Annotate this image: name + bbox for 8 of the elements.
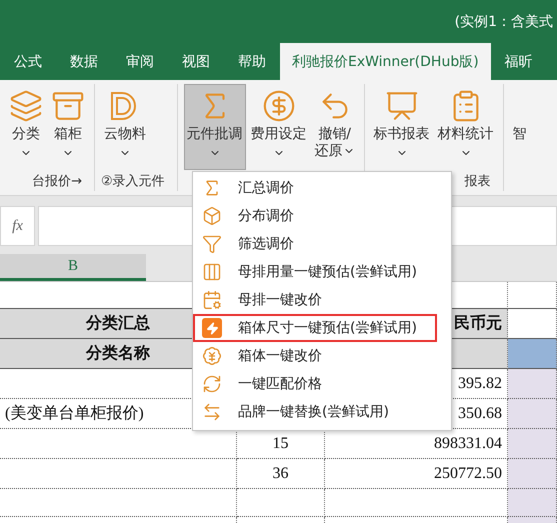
table-cell: 15 xyxy=(237,429,325,459)
group-label: ②录入元件 xyxy=(101,172,166,190)
window-title: (实例1：含美式 xyxy=(454,12,553,30)
table-cell: 250772.50 xyxy=(325,459,508,489)
group-label: 台报价→ xyxy=(31,172,83,190)
group-label: 报表 xyxy=(464,172,492,190)
table-cell: 898331.04 xyxy=(325,429,508,459)
table-cell: 36 xyxy=(237,459,325,489)
